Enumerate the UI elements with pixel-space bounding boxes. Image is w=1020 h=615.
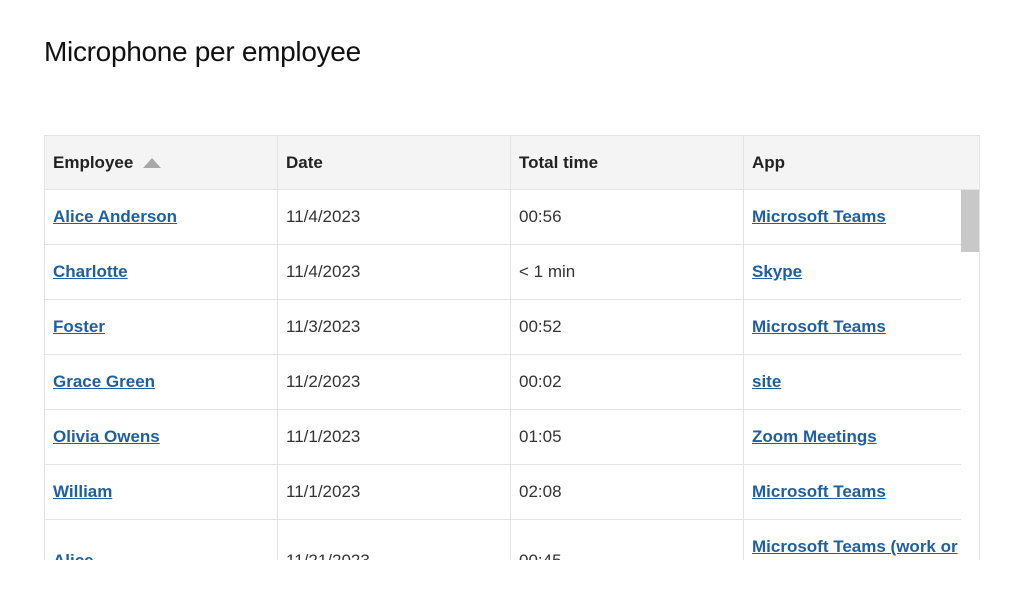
page-title: Microphone per employee xyxy=(44,36,361,67)
employee-cell: Foster xyxy=(45,300,278,354)
employee-cell: Alice xyxy=(45,520,278,560)
table-row: Grace Green 11/2/2023 00:02 site xyxy=(45,355,961,410)
column-header-employee[interactable]: Employee xyxy=(45,136,278,189)
employee-cell: Olivia Owens xyxy=(45,410,278,464)
total-time-cell: 00:02 xyxy=(511,355,744,409)
column-header-label: Date xyxy=(286,152,323,172)
employee-link[interactable]: Charlotte xyxy=(53,262,128,282)
app-link[interactable]: Zoom Meetings xyxy=(752,427,877,447)
table-rows: Alice Anderson 11/4/2023 00:56 Microsoft… xyxy=(45,190,961,560)
table-row: Alice Anderson 11/4/2023 00:56 Microsoft… xyxy=(45,190,961,245)
column-header-label: App xyxy=(752,152,786,172)
table-body[interactable]: Alice Anderson 11/4/2023 00:56 Microsoft… xyxy=(45,190,979,560)
total-time-cell: < 1 min xyxy=(511,245,744,299)
employee-cell: Charlotte xyxy=(45,245,278,299)
date-cell: 11/21/2023 xyxy=(278,520,511,560)
employee-link[interactable]: Grace Green xyxy=(53,372,155,392)
column-header-date[interactable]: Date xyxy=(278,136,511,189)
employee-link[interactable]: Foster xyxy=(53,317,105,337)
microphone-table: Employee Date Total time App Alice Ander… xyxy=(44,135,980,560)
app-link[interactable]: Microsoft Teams xyxy=(752,317,886,337)
date-cell: 11/2/2023 xyxy=(278,355,511,409)
employee-link[interactable]: William xyxy=(53,482,112,502)
app-link[interactable]: Microsoft Teams (work or xyxy=(752,536,958,558)
total-time-cell: 00:56 xyxy=(511,190,744,244)
date-cell: 11/3/2023 xyxy=(278,300,511,354)
app-link[interactable]: Microsoft Teams xyxy=(752,482,886,502)
app-cell: Microsoft Teams xyxy=(744,190,961,244)
table-row: William 11/1/2023 02:08 Microsoft Teams xyxy=(45,465,961,520)
app-cell: Microsoft Teams xyxy=(744,300,961,354)
total-time-cell: 01:05 xyxy=(511,410,744,464)
app-cell: Microsoft Teams xyxy=(744,465,961,519)
employee-link[interactable]: Olivia Owens xyxy=(53,427,160,447)
employee-cell: Grace Green xyxy=(45,355,278,409)
app-cell: Skype xyxy=(744,245,961,299)
app-link[interactable]: Microsoft Teams xyxy=(752,207,886,227)
employee-link[interactable]: Alice Anderson xyxy=(53,207,177,227)
app-link[interactable]: Skype xyxy=(752,262,802,282)
column-header-label: Employee xyxy=(53,152,134,172)
total-time-cell: 02:08 xyxy=(511,465,744,519)
app-cell: site xyxy=(744,355,961,409)
table-header: Employee Date Total time App xyxy=(45,135,979,190)
app-cell: Microsoft Teams (work or xyxy=(744,520,961,560)
date-cell: 11/1/2023 xyxy=(278,465,511,519)
total-time-cell: 00:52 xyxy=(511,300,744,354)
scrollbar-thumb[interactable] xyxy=(961,190,979,252)
column-header-total-time[interactable]: Total time xyxy=(511,136,744,189)
column-header-app[interactable]: App xyxy=(744,136,977,189)
total-time-cell: 00:45 xyxy=(511,520,744,560)
column-header-label: Total time xyxy=(519,152,599,172)
app-cell: Zoom Meetings xyxy=(744,410,961,464)
employee-cell: William xyxy=(45,465,278,519)
date-cell: 11/4/2023 xyxy=(278,245,511,299)
app-link[interactable]: site xyxy=(752,372,781,392)
date-cell: 11/1/2023 xyxy=(278,410,511,464)
table-row: Olivia Owens 11/1/2023 01:05 Zoom Meetin… xyxy=(45,410,961,465)
sort-ascending-icon[interactable] xyxy=(143,157,162,168)
table-scrollbar[interactable] xyxy=(961,190,979,560)
table-row: Foster 11/3/2023 00:52 Microsoft Teams xyxy=(45,300,961,355)
date-cell: 11/4/2023 xyxy=(278,190,511,244)
employee-cell: Alice Anderson xyxy=(45,190,278,244)
table-row: Charlotte 11/4/2023 < 1 min Skype xyxy=(45,245,961,300)
table-row: Alice 11/21/2023 00:45 Microsoft Teams (… xyxy=(45,520,961,560)
employee-link[interactable]: Alice xyxy=(53,550,94,560)
